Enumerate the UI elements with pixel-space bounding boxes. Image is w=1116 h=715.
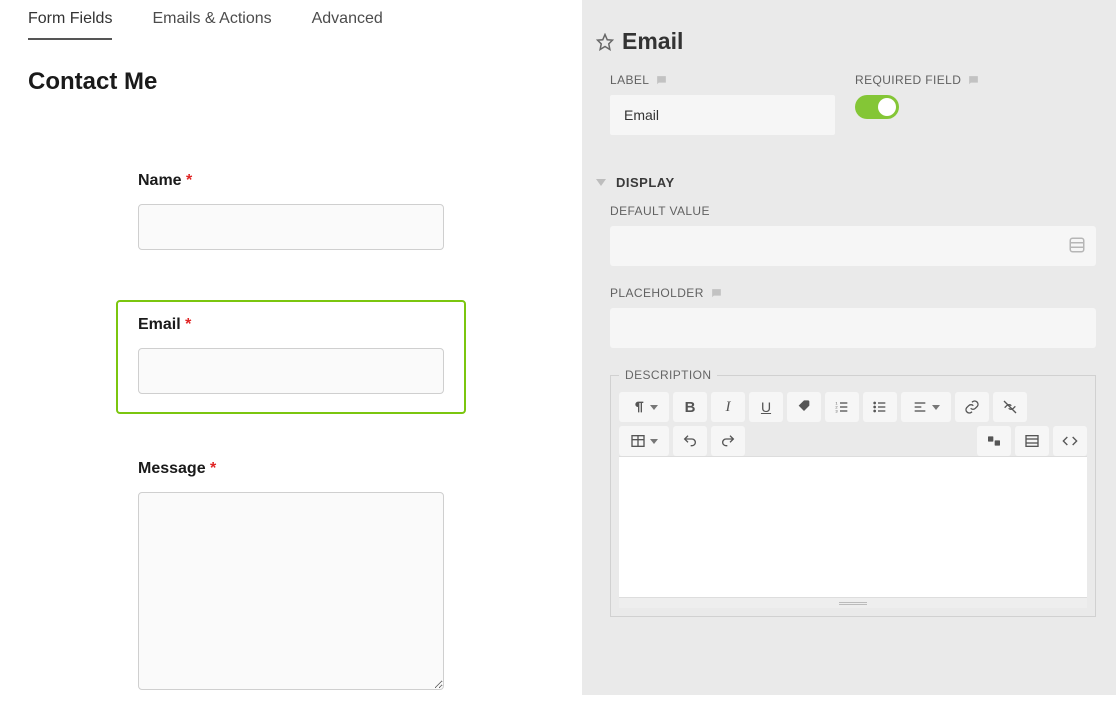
field-label-message: Message * <box>138 460 444 478</box>
link-icon[interactable] <box>955 392 989 422</box>
default-value-section: DEFAULT VALUE <box>596 204 1096 266</box>
tab-advanced[interactable]: Advanced <box>312 10 383 40</box>
editor-resize-handle[interactable] <box>619 598 1087 608</box>
display-section-header[interactable]: DISPLAY <box>596 175 1096 190</box>
pilcrow-icon[interactable] <box>619 392 669 422</box>
layout-icon[interactable] <box>1015 426 1049 456</box>
ordered-list-icon[interactable]: 123 <box>825 392 859 422</box>
tab-emails-actions[interactable]: Emails & Actions <box>152 10 271 40</box>
redo-icon[interactable] <box>711 426 745 456</box>
italic-icon[interactable]: I <box>711 392 745 422</box>
default-value-wrapper <box>610 226 1096 266</box>
unordered-list-icon[interactable] <box>863 392 897 422</box>
star-icon[interactable] <box>596 33 614 51</box>
field-block-name[interactable]: Name * <box>116 156 466 270</box>
field-block-message[interactable]: Message * <box>116 444 466 715</box>
help-icon[interactable] <box>655 74 668 87</box>
label-input[interactable] <box>610 95 835 135</box>
label-column: LABEL <box>610 73 835 135</box>
chevron-down-icon <box>932 405 940 410</box>
field-label-text: Email <box>138 316 181 333</box>
required-star: * <box>185 316 191 333</box>
display-section-title: DISPLAY <box>616 175 675 190</box>
form-builder-pane: Form Fields Emails & Actions Advanced Co… <box>0 0 582 695</box>
help-icon[interactable] <box>967 74 980 87</box>
description-fieldset: DESCRIPTION B I U 123 <box>610 368 1096 617</box>
rte-toolbar-1: B I U 123 <box>619 392 1087 422</box>
default-value-input[interactable] <box>610 226 1096 266</box>
placeholder-input[interactable] <box>610 308 1096 348</box>
description-editor[interactable] <box>619 456 1087 598</box>
underline-icon[interactable]: U <box>749 392 783 422</box>
required-star: * <box>186 172 192 189</box>
tag-icon[interactable] <box>787 392 821 422</box>
align-icon[interactable] <box>901 392 951 422</box>
label-heading-text: LABEL <box>610 73 649 87</box>
chevron-down-icon <box>596 179 606 186</box>
required-heading: REQUIRED FIELD <box>855 73 1096 87</box>
tab-form-fields[interactable]: Form Fields <box>28 10 112 40</box>
name-input[interactable] <box>138 204 444 250</box>
field-label-text: Name <box>138 172 182 189</box>
panel-title: Email <box>622 28 683 55</box>
default-value-heading-text: DEFAULT VALUE <box>610 204 710 218</box>
field-label-text: Message <box>138 460 206 477</box>
table-icon[interactable] <box>619 426 669 456</box>
media-icon[interactable] <box>977 426 1011 456</box>
chevron-down-icon <box>650 405 658 410</box>
field-label-email: Email * <box>138 316 444 334</box>
unlink-icon[interactable] <box>993 392 1027 422</box>
field-label-name: Name * <box>138 172 444 190</box>
drag-handle-icon <box>839 602 867 605</box>
label-heading: LABEL <box>610 73 835 87</box>
undo-icon[interactable] <box>673 426 707 456</box>
placeholder-section: PLACEHOLDER <box>596 286 1096 348</box>
field-block-email[interactable]: Email * <box>116 300 466 414</box>
merge-tag-icon[interactable] <box>1068 236 1086 254</box>
placeholder-heading: PLACEHOLDER <box>610 286 1096 300</box>
code-icon[interactable] <box>1053 426 1087 456</box>
help-icon[interactable] <box>710 287 723 300</box>
email-input[interactable] <box>138 348 444 394</box>
toggle-knob <box>878 98 896 116</box>
svg-text:3: 3 <box>835 408 838 413</box>
required-toggle[interactable] <box>855 95 899 119</box>
required-star: * <box>210 460 216 477</box>
field-settings-pane: Email LABEL REQUIRED FIELD DISPLAY DEFAU… <box>582 0 1116 695</box>
panel-header: Email <box>596 28 1096 55</box>
form-canvas: Name * Email * Message * <box>28 156 554 715</box>
form-title: Contact Me <box>28 68 554 96</box>
builder-tabs: Form Fields Emails & Actions Advanced <box>28 10 554 40</box>
default-value-heading: DEFAULT VALUE <box>610 204 1096 218</box>
bold-icon[interactable]: B <box>673 392 707 422</box>
chevron-down-icon <box>650 439 658 444</box>
required-column: REQUIRED FIELD <box>855 73 1096 135</box>
meta-row: LABEL REQUIRED FIELD <box>596 73 1096 135</box>
description-heading: DESCRIPTION <box>619 368 717 382</box>
rte-toolbar-2 <box>619 426 1087 456</box>
required-heading-text: REQUIRED FIELD <box>855 73 961 87</box>
placeholder-heading-text: PLACEHOLDER <box>610 286 704 300</box>
message-input[interactable] <box>138 492 444 690</box>
